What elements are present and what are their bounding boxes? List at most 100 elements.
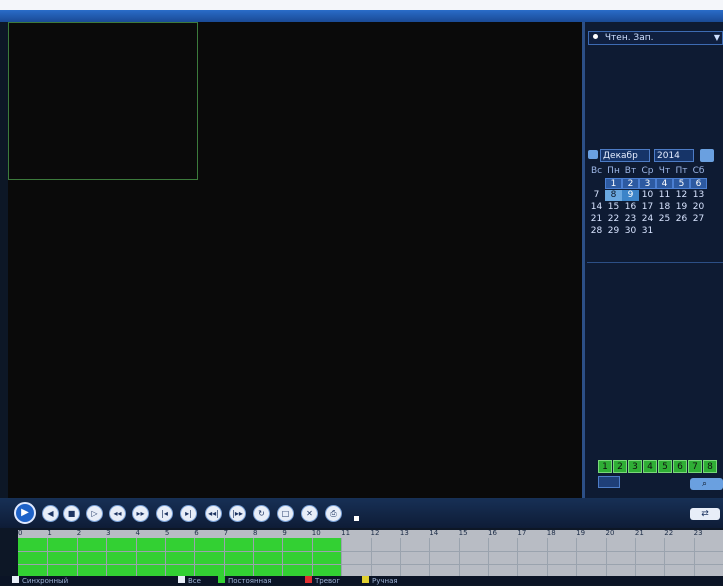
- calendar-day[interactable]: 2: [622, 178, 639, 189]
- backup-icon[interactable]: ⎙: [325, 505, 342, 522]
- next-frame-icon[interactable]: ▸|: [180, 505, 197, 522]
- calendar-day[interactable]: 11: [656, 190, 673, 201]
- channel-button[interactable]: 3: [628, 460, 642, 473]
- calendar-day[interactable]: 18: [656, 202, 673, 213]
- fullscreen-icon[interactable]: □: [277, 505, 294, 522]
- timeline-hour-labels: 0 1 2 3 4 5 6 7 8 9 10 11 12 13 14 15 16…: [18, 529, 723, 538]
- reverse-play-icon[interactable]: ▷: [86, 505, 103, 522]
- loop-icon[interactable]: ↻: [253, 505, 270, 522]
- calendar-day[interactable]: 30: [622, 226, 639, 237]
- year-field[interactable]: 2014: [654, 149, 694, 162]
- hour-label: 12: [370, 529, 380, 537]
- fast-play-icon[interactable]: ▸▸: [132, 505, 149, 522]
- calendar-day[interactable]: 15: [605, 202, 622, 213]
- channel-button[interactable]: 7: [688, 460, 702, 473]
- play-button[interactable]: ▶: [14, 502, 36, 524]
- prev-frame-icon[interactable]: |◂: [156, 505, 173, 522]
- calendar-day[interactable]: 16: [622, 202, 639, 213]
- calendar-day[interactable]: 27: [690, 214, 707, 225]
- hour-label: 5: [164, 529, 170, 537]
- weekday-label: Вт: [624, 166, 637, 176]
- calendar-divider: [587, 262, 723, 263]
- calendar-day[interactable]: 28: [588, 226, 605, 237]
- legend-swatch: [362, 576, 369, 583]
- calendar-grid: Вс Пн Вт Ср Чт Пт Сб 1 2 3 4 5 6 7 8 9 1…: [588, 166, 723, 238]
- calendar-day[interactable]: 25: [656, 214, 673, 225]
- hour-label: 14: [429, 529, 439, 537]
- hour-label: 6: [194, 529, 199, 537]
- legend-all: Все: [178, 576, 201, 585]
- calendar-day[interactable]: 17: [639, 202, 656, 213]
- calendar-day[interactable]: 3: [639, 178, 656, 189]
- weekday-label: Сб: [692, 166, 705, 176]
- video-subwindow[interactable]: [8, 22, 198, 180]
- calendar-day[interactable]: 6: [690, 178, 707, 189]
- calendar-day[interactable]: 29: [605, 226, 622, 237]
- calendar-day[interactable]: 4: [656, 178, 673, 189]
- calendar-day[interactable]: 19: [673, 202, 690, 213]
- top-strip: [0, 0, 723, 10]
- rewind-icon[interactable]: ◀: [42, 505, 59, 522]
- calendar-day[interactable]: 1: [605, 178, 622, 189]
- timeline-hour-divider: [635, 538, 636, 576]
- calendar-day[interactable]: [690, 226, 707, 237]
- channel-button[interactable]: 5: [658, 460, 672, 473]
- search-button[interactable]: ⌕: [690, 478, 723, 490]
- calendar-day[interactable]: 5: [673, 178, 690, 189]
- hour-label: 9: [282, 529, 287, 537]
- legend-swatch: [218, 576, 225, 583]
- playback-mode-label: Чтен. Зап.: [604, 33, 654, 43]
- calendar-day[interactable]: 13: [690, 190, 707, 201]
- timeline-hour-divider: [400, 538, 401, 576]
- timeline-hour-divider: [194, 538, 195, 576]
- calendar-day[interactable]: [673, 226, 690, 237]
- channel-button[interactable]: 4: [643, 460, 657, 473]
- timeline-hour-divider: [576, 538, 577, 576]
- hour-label: 15: [458, 529, 468, 537]
- calendar-week: 21 22 23 24 25 26 27: [588, 214, 723, 226]
- calendar-day[interactable]: [588, 178, 605, 189]
- close-icon[interactable]: ✕: [301, 505, 318, 522]
- prev-file-icon[interactable]: ◂◂|: [205, 505, 222, 522]
- calendar-day[interactable]: 23: [622, 214, 639, 225]
- calendar-day[interactable]: 14: [588, 202, 605, 213]
- calendar-day[interactable]: 9: [622, 190, 639, 201]
- hour-label: 22: [664, 529, 674, 537]
- month-select[interactable]: Декабр: [600, 149, 650, 162]
- calendar-day[interactable]: 26: [673, 214, 690, 225]
- sync-label: Синхронный: [22, 577, 69, 585]
- calendar-next-button[interactable]: [700, 149, 714, 162]
- calendar-day[interactable]: 31: [639, 226, 656, 237]
- calendar-day[interactable]: [656, 226, 673, 237]
- timeline-zoom-button[interactable]: ⇄: [690, 508, 720, 520]
- channel-button[interactable]: 1: [598, 460, 612, 473]
- calendar-day[interactable]: 20: [690, 202, 707, 213]
- calendar-day[interactable]: 7: [588, 190, 605, 201]
- calendar-day[interactable]: 12: [673, 190, 690, 201]
- calendar-day[interactable]: 24: [639, 214, 656, 225]
- calendar-icon: [588, 150, 598, 159]
- channel-button[interactable]: 2: [613, 460, 627, 473]
- channel-button[interactable]: 6: [673, 460, 687, 473]
- calendar-day[interactable]: 22: [605, 214, 622, 225]
- calendar-week: 14 15 16 17 18 19 20: [588, 202, 723, 214]
- timeline-hour-divider: [694, 538, 695, 576]
- legend-alarm: Тревог: [305, 576, 340, 585]
- calendar-day[interactable]: 10: [639, 190, 656, 201]
- hour-label: 20: [605, 529, 615, 537]
- indicator-dot: [354, 516, 359, 521]
- calendar-day[interactable]: 8: [605, 190, 622, 201]
- timeline-hour-divider: [606, 538, 607, 576]
- slow-play-icon[interactable]: ◂◂: [109, 505, 126, 522]
- next-file-icon[interactable]: |▸▸: [229, 505, 246, 522]
- title-bar: [0, 10, 723, 22]
- calendar-day[interactable]: 21: [588, 214, 605, 225]
- timeline-hour-divider: [253, 538, 254, 576]
- stop-icon[interactable]: ■: [63, 505, 80, 522]
- playback-mode-select[interactable]: Чтен. Зап. ▼: [588, 31, 723, 45]
- timeline-hour-divider: [429, 538, 430, 576]
- channel-button[interactable]: 8: [703, 460, 717, 473]
- all-channels-button[interactable]: [598, 476, 620, 488]
- hour-label: 7: [223, 529, 229, 537]
- sync-checkbox[interactable]: Синхронный: [12, 576, 68, 585]
